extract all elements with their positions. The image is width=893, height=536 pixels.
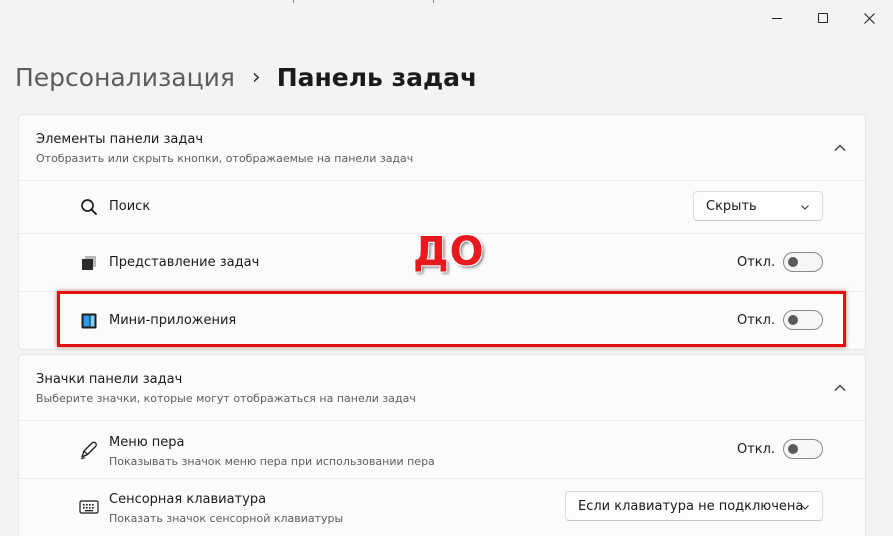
setting-label: Представление задач — [109, 255, 260, 270]
toggle-state-text: Откл. — [737, 313, 776, 328]
setting-row-widgets: Мини-приложения Откл. — [19, 292, 865, 349]
page-title: Панель задач — [276, 62, 478, 92]
toggle-state-text: Откл. — [737, 442, 776, 457]
title-bar — [0, 0, 893, 36]
chevron-down-icon — [801, 505, 809, 510]
setting-label: Сенсорная клавиатура — [109, 492, 267, 507]
group-subtitle: Отобразить или скрыть кнопки, отображаем… — [36, 152, 414, 165]
setting-label: Поиск — [109, 199, 151, 214]
keyboard-icon — [79, 497, 99, 517]
breadcrumb-parent[interactable]: Персонализация — [15, 63, 235, 92]
breadcrumb-separator: › — [251, 64, 261, 90]
close-icon — [863, 12, 875, 24]
search-mode-dropdown[interactable]: Скрыть — [693, 191, 823, 221]
toggle-knob — [788, 315, 798, 325]
widgets-icon — [79, 311, 99, 331]
minimize-icon — [772, 17, 782, 19]
group-subtitle: Выберите значки, которые могут отображат… — [36, 392, 416, 405]
task-view-icon — [79, 253, 99, 273]
maximize-button[interactable] — [800, 0, 846, 36]
setting-row-pen-menu: Меню пера Показывать значок меню пера пр… — [19, 421, 865, 479]
chevron-up-icon[interactable] — [833, 141, 847, 155]
taskbar-icons-group: Значки панели задач Выберите значки, кот… — [18, 354, 866, 536]
breadcrumb: Персонализация › Панель задач — [15, 57, 477, 97]
task-view-toggle[interactable] — [783, 252, 823, 272]
maximize-icon — [818, 13, 828, 23]
setting-label: Мини-приложения — [109, 313, 237, 328]
toggle-knob — [788, 257, 798, 267]
setting-description: Показать значок сенсорной клавиатуры — [109, 512, 344, 525]
dropdown-value: Если клавиатура не подключена — [578, 498, 804, 514]
widgets-toggle[interactable] — [783, 310, 823, 330]
minimize-button[interactable] — [754, 0, 800, 36]
pen-icon — [79, 440, 99, 460]
taskbar-items-header[interactable]: Элементы панели задач Отобразить или скр… — [19, 115, 865, 181]
group-title: Значки панели задач — [36, 372, 183, 387]
setting-description: Показывать значок меню пера при использо… — [109, 455, 435, 468]
pen-menu-toggle[interactable] — [783, 439, 823, 459]
title-bar-mark — [433, 0, 434, 3]
search-icon — [79, 197, 99, 217]
group-title: Элементы панели задач — [36, 132, 204, 147]
setting-row-touch-keyboard: Сенсорная клавиатура Показать значок сен… — [19, 479, 865, 536]
title-bar-mark — [293, 0, 294, 3]
chevron-down-icon — [801, 205, 809, 210]
close-button[interactable] — [846, 0, 892, 36]
setting-label: Меню пера — [109, 435, 185, 450]
chevron-up-icon[interactable] — [833, 381, 847, 395]
touch-keyboard-dropdown[interactable]: Если клавиатура не подключена — [565, 491, 823, 521]
taskbar-icons-header[interactable]: Значки панели задач Выберите значки, кот… — [19, 355, 865, 421]
setting-row-search: Поиск Скрыть — [19, 181, 865, 234]
annotation-label: ДО — [413, 229, 485, 275]
toggle-state-text: Откл. — [737, 255, 776, 270]
toggle-knob — [788, 444, 798, 454]
dropdown-value: Скрыть — [706, 198, 757, 214]
